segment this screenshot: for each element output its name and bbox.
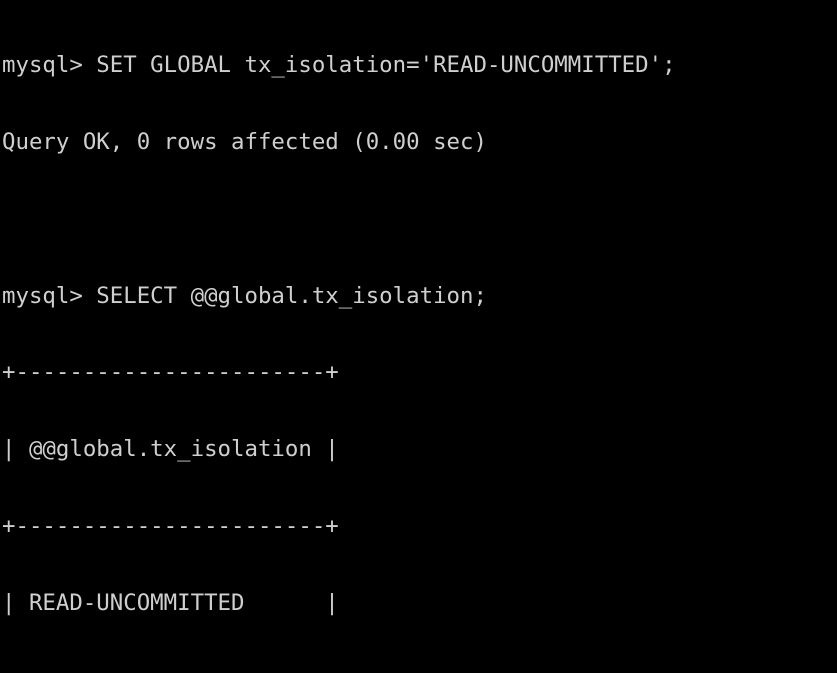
terminal-line: mysql> SET GLOBAL tx_isolation='READ-UNC… [2, 52, 676, 79]
terminal-screen[interactable]: mysql> SET GLOBAL tx_isolation='READ-UNC… [0, 0, 837, 673]
terminal-line: mysql> SELECT @@global.tx_isolation; [2, 282, 487, 309]
terminal-line: +-----------------------+ [2, 512, 339, 539]
terminal-line: +-----------------------+ [2, 667, 837, 673]
terminal-line: Query OK, 0 rows affected (0.00 sec) [2, 128, 487, 155]
terminal-line: | READ-UNCOMMITTED | [2, 589, 339, 616]
terminal-line: | @@global.tx_isolation | [2, 436, 339, 463]
terminal-line: +-----------------------+ [2, 359, 339, 386]
